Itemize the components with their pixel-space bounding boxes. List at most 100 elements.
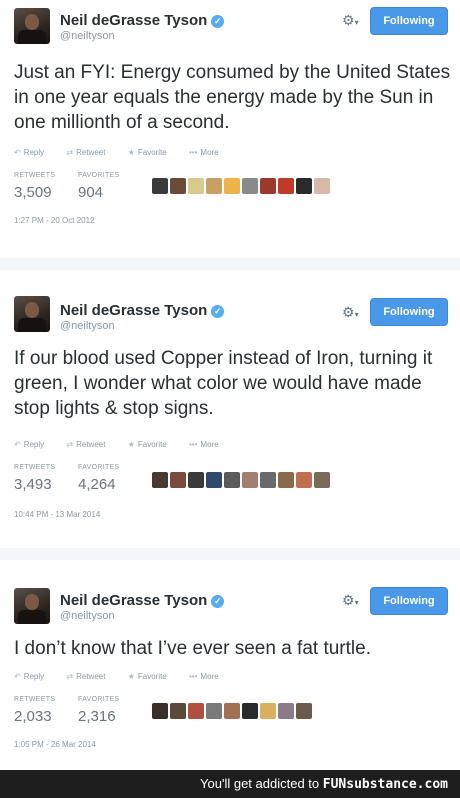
- favoriter-avatar[interactable]: [314, 178, 330, 194]
- favoriter-avatar[interactable]: [242, 472, 258, 488]
- user-handle[interactable]: @neiltyson: [60, 30, 115, 42]
- tweet-text: If our blood used Copper instead of Iron…: [14, 348, 433, 419]
- tweet-card-2: Neil deGrasse Tyson ✓ @neiltyson ⚙▾ Follo…: [0, 270, 460, 548]
- reply-action[interactable]: ↶ Reply: [14, 440, 54, 449]
- favoriter-avatar[interactable]: [170, 472, 186, 488]
- user-handle[interactable]: @neiltyson: [60, 610, 115, 622]
- favoriter-avatar[interactable]: [152, 178, 168, 194]
- retweets-label: RETWEETS: [14, 696, 56, 703]
- favoriter-avatar[interactable]: [296, 703, 312, 719]
- favoriter-avatar[interactable]: [224, 472, 240, 488]
- retweet-action[interactable]: ⇄ Retweet: [66, 672, 115, 681]
- favoriter-avatar[interactable]: [278, 472, 294, 488]
- favorites-count[interactable]: 2,316: [78, 708, 116, 725]
- favoriter-avatar[interactable]: [188, 703, 204, 719]
- watermark-footer: You'll get addicted to FUNsubstance.com: [0, 770, 460, 798]
- avatar[interactable]: [14, 8, 50, 44]
- footer-brand[interactable]: FUNsubstance.com: [323, 777, 448, 792]
- tweet-text: I don’t know that I’ve ever seen a fat t…: [14, 638, 371, 659]
- more-dots-icon: •••: [189, 440, 198, 449]
- favoriter-avatar[interactable]: [314, 472, 330, 488]
- tweet-timestamp[interactable]: 10:44 PM - 13 Mar 2014: [14, 510, 100, 519]
- user-handle[interactable]: @neiltyson: [60, 320, 115, 332]
- tweet-separator: [0, 258, 460, 270]
- favorite-action[interactable]: ★ Favorite: [128, 672, 177, 681]
- retweets-count[interactable]: 3,509: [14, 184, 52, 201]
- tweet-actions: ↶ Reply ⇄ Retweet ★ Favorite ••• More: [14, 440, 239, 449]
- retweets-label: RETWEETS: [14, 464, 56, 471]
- reply-action[interactable]: ↶ Reply: [14, 672, 54, 681]
- favoriter-avatars: [152, 703, 314, 719]
- favoriter-avatar[interactable]: [296, 178, 312, 194]
- tweet-timestamp[interactable]: 1:05 PM - 26 Mar 2014: [14, 740, 96, 749]
- favorite-star-icon: ★: [127, 440, 135, 449]
- gear-icon[interactable]: ⚙▾: [342, 592, 359, 609]
- display-name[interactable]: Neil deGrasse Tyson ✓: [60, 12, 225, 29]
- favoriter-avatar[interactable]: [170, 178, 186, 194]
- favoriter-avatar[interactable]: [152, 472, 168, 488]
- verified-badge-icon: ✓: [211, 15, 225, 28]
- favoriter-avatar[interactable]: [242, 178, 258, 194]
- retweet-icon: ⇄: [66, 148, 74, 157]
- favoriter-avatar[interactable]: [152, 703, 168, 719]
- favoriter-avatar[interactable]: [296, 472, 312, 488]
- tweet-actions: ↶ Reply ⇄ Retweet ★ Favorite ••• More: [14, 672, 239, 681]
- favoriter-avatar[interactable]: [224, 703, 240, 719]
- favoriter-avatar[interactable]: [188, 472, 204, 488]
- more-action[interactable]: ••• More: [189, 440, 229, 449]
- avatar[interactable]: [14, 588, 50, 624]
- tweet-actions: ↶ Reply ⇄ Retweet ★ Favorite ••• More: [14, 148, 239, 157]
- tweet-separator: [0, 548, 460, 560]
- more-dots-icon: •••: [189, 672, 198, 681]
- favoriter-avatars: [152, 178, 332, 194]
- favoriter-avatar[interactable]: [206, 703, 222, 719]
- footer-text: You'll get addicted to FUNsubstance.com: [200, 776, 448, 792]
- reply-icon: ↶: [14, 672, 21, 681]
- favoriter-avatar[interactable]: [278, 178, 294, 194]
- footer-prefix: You'll get addicted to: [200, 776, 320, 791]
- avatar[interactable]: [14, 296, 50, 332]
- favorites-label: FAVORITES: [78, 172, 120, 179]
- favorites-count[interactable]: 904: [78, 184, 103, 201]
- retweets-count[interactable]: 2,033: [14, 708, 52, 725]
- reply-icon: ↶: [14, 440, 21, 449]
- more-dots-icon: •••: [189, 148, 198, 157]
- favoriter-avatar[interactable]: [278, 703, 294, 719]
- tweet-card-3: Neil deGrasse Tyson ✓ @neiltyson ⚙▾ Follo…: [0, 560, 460, 770]
- retweet-action[interactable]: ⇄ Retweet: [66, 148, 115, 157]
- favorite-star-icon: ★: [127, 148, 135, 157]
- tweet-card-1: Neil deGrasse Tyson ✓ @neiltyson ⚙▾ Follo…: [0, 0, 460, 258]
- favorite-action[interactable]: ★ Favorite: [128, 148, 177, 157]
- favoriter-avatar[interactable]: [242, 703, 258, 719]
- following-button[interactable]: Following: [370, 7, 448, 35]
- gear-icon[interactable]: ⚙▾: [342, 304, 359, 321]
- favorites-count[interactable]: 4,264: [78, 476, 116, 493]
- favorites-label: FAVORITES: [78, 464, 120, 471]
- reply-action[interactable]: ↶ Reply: [14, 148, 54, 157]
- favoriter-avatars: [152, 472, 332, 488]
- display-name[interactable]: Neil deGrasse Tyson ✓: [60, 302, 225, 319]
- retweets-count[interactable]: 3,493: [14, 476, 52, 493]
- favoriter-avatar[interactable]: [260, 472, 276, 488]
- more-action[interactable]: ••• More: [189, 672, 229, 681]
- verified-badge-icon: ✓: [211, 305, 225, 318]
- reply-icon: ↶: [14, 148, 21, 157]
- favoriter-avatar[interactable]: [206, 472, 222, 488]
- favoriter-avatar[interactable]: [170, 703, 186, 719]
- retweet-icon: ⇄: [66, 672, 74, 681]
- following-button[interactable]: Following: [370, 587, 448, 615]
- favoriter-avatar[interactable]: [188, 178, 204, 194]
- retweet-action[interactable]: ⇄ Retweet: [66, 440, 115, 449]
- favorite-action[interactable]: ★ Favorite: [128, 440, 177, 449]
- tweet-timestamp[interactable]: 1:27 PM - 20 Oct 2012: [14, 216, 95, 225]
- favoriter-avatar[interactable]: [206, 178, 222, 194]
- following-button[interactable]: Following: [370, 298, 448, 326]
- favoriter-avatar[interactable]: [260, 178, 276, 194]
- favoriter-avatar[interactable]: [260, 703, 276, 719]
- favorite-star-icon: ★: [127, 672, 135, 681]
- gear-icon[interactable]: ⚙▾: [342, 12, 359, 29]
- display-name[interactable]: Neil deGrasse Tyson ✓: [60, 592, 225, 609]
- favoriter-avatar[interactable]: [224, 178, 240, 194]
- retweets-label: RETWEETS: [14, 172, 56, 179]
- more-action[interactable]: ••• More: [189, 148, 229, 157]
